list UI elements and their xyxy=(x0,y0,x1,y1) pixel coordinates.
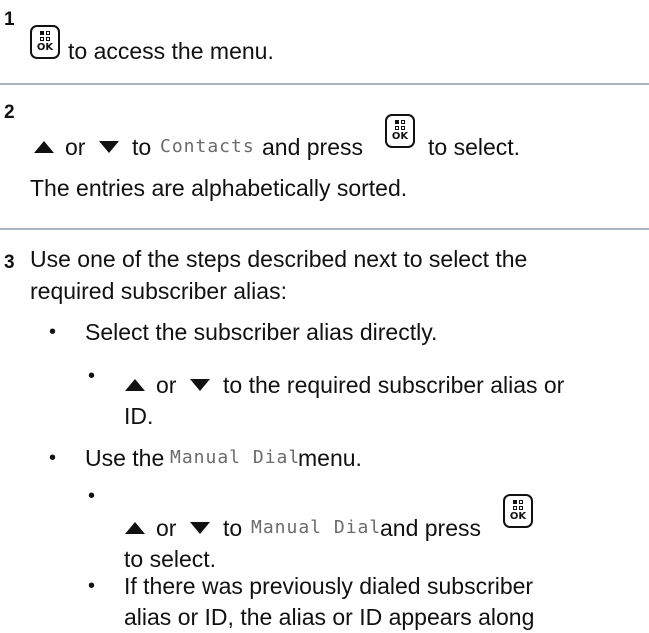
bullet: • xyxy=(88,575,96,597)
step-2-note: The entries are alphabetically sorted. xyxy=(30,175,408,201)
lcd-manual-dial: Manual Dial xyxy=(251,517,382,538)
step-2-to: to xyxy=(132,134,152,160)
previous-dial-line2: alias or ID, the alias or ID appears alo… xyxy=(124,604,535,630)
step-divider xyxy=(0,83,649,85)
ok-menu-key-icon: OK xyxy=(503,494,533,528)
option-direct-select: Select the subscriber alias directly. xyxy=(85,319,438,345)
bullet: • xyxy=(88,365,96,387)
sub-or: or xyxy=(156,372,177,398)
arrow-down-icon xyxy=(190,379,210,391)
step-2-or: or xyxy=(65,134,86,160)
arrow-up-icon xyxy=(125,522,145,534)
sub-or: or xyxy=(156,515,177,541)
step-3-intro-line1: Use one of the steps described next to s… xyxy=(30,246,528,272)
step-1-text: to access the menu. xyxy=(68,38,274,64)
step-1-number: 1 xyxy=(4,9,15,30)
arrow-down-icon xyxy=(99,141,119,153)
step-2-number: 2 xyxy=(4,102,15,123)
lcd-contacts: Contacts xyxy=(160,136,255,157)
sub-and-press: and press xyxy=(380,515,482,541)
step-2-and-press: and press xyxy=(262,134,364,160)
ok-menu-key-icon: OK xyxy=(385,114,415,148)
bullet: • xyxy=(49,447,57,469)
lcd-manual-dial: Manual Dial xyxy=(170,447,301,468)
bullet: • xyxy=(88,485,96,507)
previous-dial-line1: If there was previously dialed subscribe… xyxy=(124,573,534,599)
option-manual-dial-suffix: menu. xyxy=(298,445,362,471)
sub-to: to xyxy=(223,515,243,541)
arrow-up-icon xyxy=(34,141,54,153)
sub-line1: to the required subscriber alias or xyxy=(223,372,565,398)
ok-menu-key-icon: OK xyxy=(30,25,60,59)
bullet: • xyxy=(49,321,57,343)
option-manual-dial-prefix: Use the xyxy=(85,445,165,471)
sub-line2: ID. xyxy=(124,403,154,429)
arrow-up-icon xyxy=(125,379,145,391)
step-3-number: 3 xyxy=(4,252,15,273)
step-2-to-select: to select. xyxy=(428,134,521,160)
arrow-down-icon xyxy=(190,522,210,534)
step-3-intro-line2: required subscriber alias: xyxy=(30,278,287,304)
step-divider xyxy=(0,228,649,230)
